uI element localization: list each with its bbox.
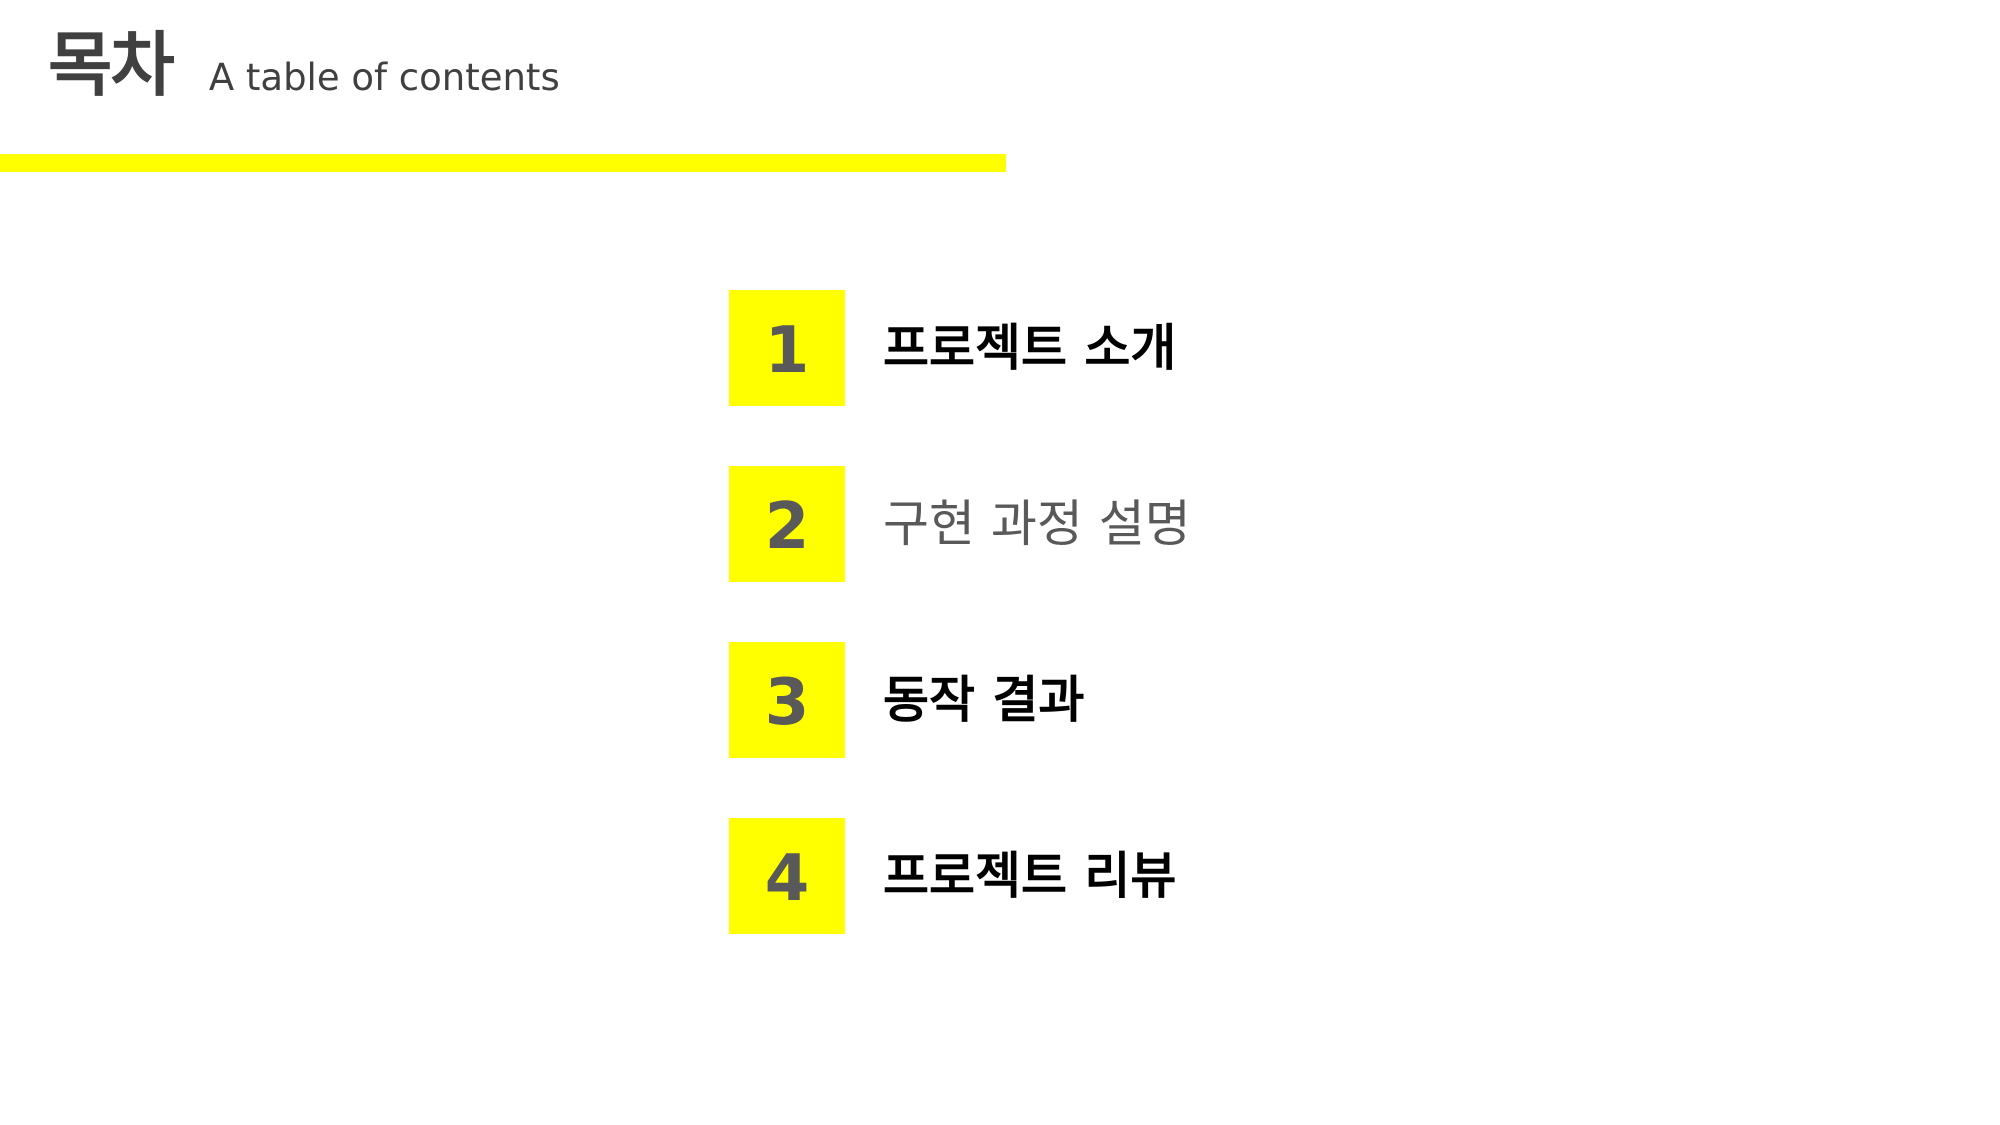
toc-number-box: 3 xyxy=(729,642,845,758)
page-subtitle: A table of contents xyxy=(208,56,560,99)
page-title: 목차 xyxy=(48,24,175,106)
toc-item-label: 구현 과정 설명 xyxy=(883,495,1191,553)
toc-item-label: 프로젝트 리뷰 xyxy=(883,847,1177,905)
toc-number-box: 1 xyxy=(729,290,845,406)
toc-item-label: 동작 결과 xyxy=(883,671,1085,729)
toc-item-4[interactable]: 4 프로젝트 리뷰 xyxy=(729,818,1191,934)
header: 목차 A table of contents xyxy=(48,30,560,100)
toc-item-1[interactable]: 1 프로젝트 소개 xyxy=(729,290,1191,406)
toc-number-box: 2 xyxy=(729,466,845,582)
toc-item-3[interactable]: 3 동작 결과 xyxy=(729,642,1191,758)
toc-number-box: 4 xyxy=(729,818,845,934)
accent-divider xyxy=(0,154,1006,172)
toc-number: 2 xyxy=(764,490,810,564)
table-of-contents: 1 프로젝트 소개 2 구현 과정 설명 3 동작 결과 4 프로젝트 리뷰 xyxy=(729,290,1191,994)
toc-item-2[interactable]: 2 구현 과정 설명 xyxy=(729,466,1191,582)
toc-number: 4 xyxy=(764,842,810,916)
toc-number: 3 xyxy=(764,666,810,740)
slide: 목차 A table of contents 1 프로젝트 소개 2 구현 과정… xyxy=(0,0,2000,1125)
toc-number: 1 xyxy=(764,314,810,388)
toc-item-label: 프로젝트 소개 xyxy=(883,319,1177,377)
